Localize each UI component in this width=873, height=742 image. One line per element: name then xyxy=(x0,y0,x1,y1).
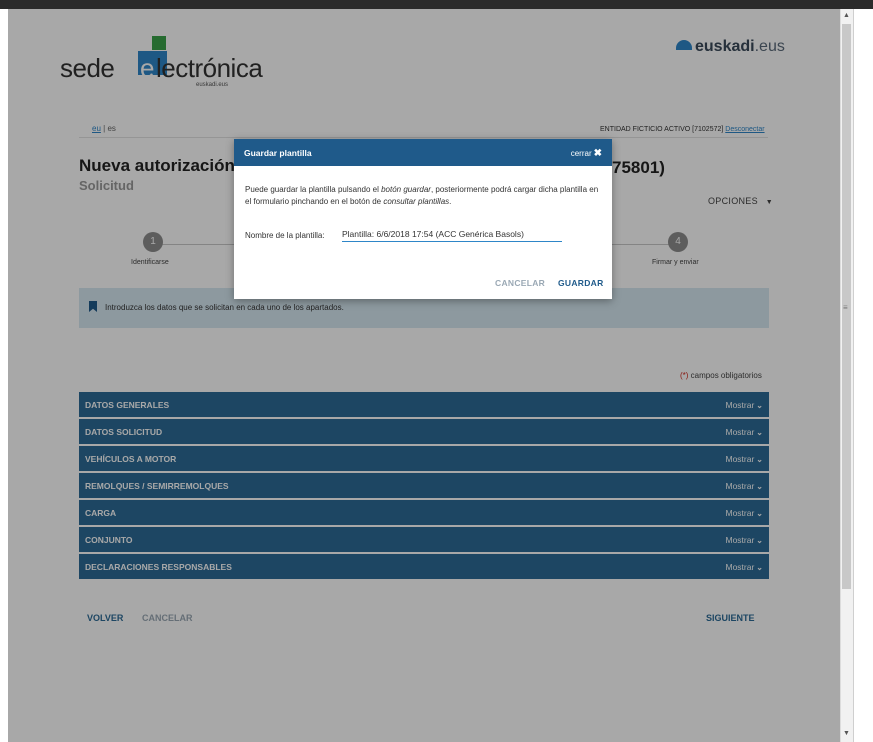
close-icon: ✖ xyxy=(593,148,602,159)
scrollbar-grip-icon: ≡ xyxy=(843,303,848,312)
scroll-down-arrow-icon[interactable]: ▼ xyxy=(840,728,853,740)
template-name-label: Nombre de la plantilla: xyxy=(245,231,325,240)
browser-top-bar xyxy=(0,0,873,9)
dialog-description: Puede guardar la plantilla pulsando el b… xyxy=(245,185,599,206)
template-name-input[interactable] xyxy=(342,227,562,242)
modal-backdrop xyxy=(8,9,840,742)
dialog-cancel-button[interactable]: CANCELAR xyxy=(495,278,545,288)
dialog-header: Guardar plantilla cerrar ✖ xyxy=(234,139,612,166)
window-right-border xyxy=(853,9,854,742)
dialog-close-button[interactable]: cerrar ✖ xyxy=(571,148,602,159)
scroll-up-arrow-icon[interactable]: ▲ xyxy=(840,10,853,22)
save-template-dialog: Guardar plantilla cerrar ✖ Puede guardar … xyxy=(234,139,612,299)
dialog-title: Guardar plantilla xyxy=(244,148,312,158)
dialog-save-button[interactable]: GUARDAR xyxy=(558,278,604,288)
